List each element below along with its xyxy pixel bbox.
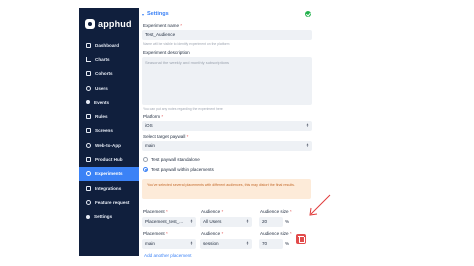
annotation-arrow	[309, 194, 331, 216]
app-window: apphud Dashboard Charts Cohorts Users Ev…	[0, 0, 474, 266]
arrow-shaft	[310, 194, 331, 215]
